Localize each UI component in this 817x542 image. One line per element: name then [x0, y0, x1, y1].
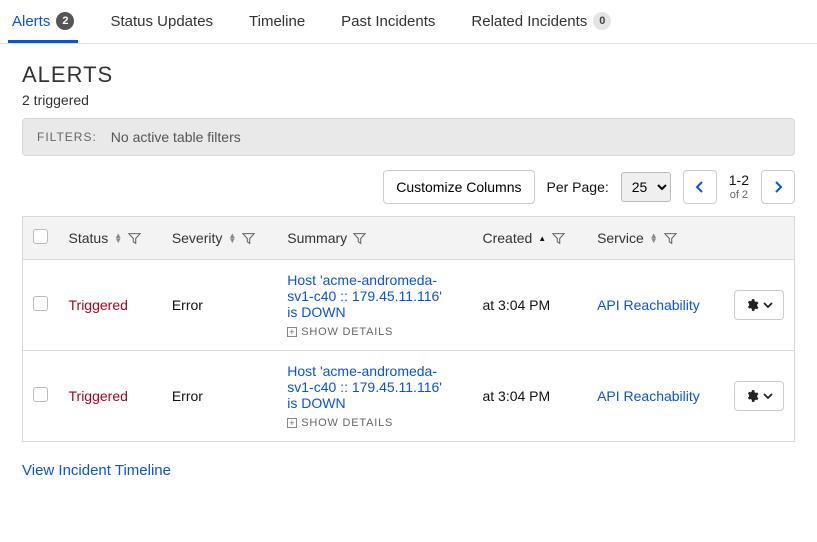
- tab-badge: 0: [593, 12, 611, 30]
- sort-icon: ▲: [538, 236, 546, 241]
- per-page-label: Per Page:: [547, 179, 609, 195]
- page-subtitle: 2 triggered: [22, 92, 795, 108]
- tab-badge: 2: [56, 12, 74, 30]
- filters-label: FILTERS:: [37, 130, 97, 144]
- tab-label: Timeline: [249, 13, 305, 30]
- column-header-status[interactable]: Status ▲▼: [59, 217, 162, 260]
- tab-alerts[interactable]: Alerts 2: [8, 0, 78, 43]
- severity-value: Error: [172, 388, 203, 404]
- page-range: 1-2: [729, 173, 749, 188]
- column-header-created[interactable]: Created ▲: [472, 217, 587, 260]
- show-details-label: SHOW DETAILS: [301, 326, 393, 338]
- status-value: Triggered: [69, 388, 128, 404]
- column-label: Created: [482, 230, 532, 246]
- row-checkbox[interactable]: [33, 296, 48, 311]
- page-count: 1-2 of 2: [729, 173, 749, 200]
- sort-icon: ▲▼: [650, 233, 658, 243]
- chevron-down-icon: [763, 391, 773, 401]
- sort-icon: ▲▼: [114, 233, 122, 243]
- chevron-right-icon: [773, 181, 783, 193]
- table-row: Triggered Error Host 'acme-andromeda-sv1…: [23, 260, 795, 351]
- view-timeline-link[interactable]: View Incident Timeline: [22, 462, 171, 479]
- row-checkbox[interactable]: [33, 387, 48, 402]
- show-details-button[interactable]: + SHOW DETAILS: [287, 417, 393, 429]
- chevron-down-icon: [763, 300, 773, 310]
- tab-related-incidents[interactable]: Related Incidents 0: [467, 0, 615, 43]
- customize-columns-button[interactable]: Customize Columns: [383, 170, 534, 204]
- tab-label: Past Incidents: [341, 13, 435, 30]
- tab-label: Status Updates: [110, 13, 213, 30]
- created-value: at 3:04 PM: [482, 388, 550, 404]
- tab-label: Related Incidents: [471, 13, 587, 30]
- column-label: Status: [69, 230, 109, 246]
- service-link[interactable]: API Reachability: [597, 388, 700, 404]
- column-label: Severity: [172, 230, 223, 246]
- table-toolbar: Customize Columns Per Page: 25 1-2 of 2: [22, 170, 795, 204]
- prev-page-button[interactable]: [683, 170, 717, 204]
- summary-link[interactable]: Host 'acme-andromeda-sv1-c40 :: 179.45.1…: [287, 272, 442, 320]
- tab-past-incidents[interactable]: Past Incidents: [337, 0, 439, 43]
- page-title: ALERTS: [22, 62, 795, 88]
- severity-value: Error: [172, 297, 203, 313]
- gear-icon: [745, 389, 759, 403]
- column-label: Service: [597, 230, 644, 246]
- show-details-button[interactable]: + SHOW DETAILS: [287, 326, 393, 338]
- status-value: Triggered: [69, 297, 128, 313]
- tab-label: Alerts: [12, 13, 50, 30]
- column-label: Summary: [287, 230, 347, 246]
- tab-timeline[interactable]: Timeline: [245, 0, 309, 43]
- filter-icon[interactable]: [353, 232, 366, 245]
- filter-icon[interactable]: [242, 232, 255, 245]
- service-link[interactable]: API Reachability: [597, 297, 700, 313]
- select-all-checkbox[interactable]: [33, 229, 48, 244]
- show-details-label: SHOW DETAILS: [301, 417, 393, 429]
- column-header-summary[interactable]: Summary: [277, 217, 472, 260]
- tab-status-updates[interactable]: Status Updates: [106, 0, 217, 43]
- filter-icon[interactable]: [128, 232, 141, 245]
- column-header-severity[interactable]: Severity ▲▼: [162, 217, 277, 260]
- column-header-service[interactable]: Service ▲▼: [587, 217, 724, 260]
- summary-link[interactable]: Host 'acme-andromeda-sv1-c40 :: 179.45.1…: [287, 363, 442, 411]
- chevron-left-icon: [695, 181, 705, 193]
- filter-icon[interactable]: [552, 232, 565, 245]
- gear-icon: [745, 298, 759, 312]
- next-page-button[interactable]: [761, 170, 795, 204]
- plus-icon: +: [287, 327, 297, 337]
- tabs-bar: Alerts 2 Status Updates Timeline Past In…: [0, 0, 817, 44]
- plus-icon: +: [287, 418, 297, 428]
- row-actions-button[interactable]: [734, 290, 784, 320]
- page-total: of 2: [729, 189, 749, 201]
- per-page-select[interactable]: 25: [621, 172, 671, 202]
- table-row: Triggered Error Host 'acme-andromeda-sv1…: [23, 351, 795, 442]
- alerts-table: Status ▲▼ Severity ▲▼ Summary: [22, 216, 795, 442]
- created-value: at 3:04 PM: [482, 297, 550, 313]
- table-header-row: Status ▲▼ Severity ▲▼ Summary: [23, 217, 795, 260]
- row-actions-button[interactable]: [734, 381, 784, 411]
- filter-icon[interactable]: [664, 232, 677, 245]
- sort-icon: ▲▼: [228, 233, 236, 243]
- filters-text: No active table filters: [111, 129, 241, 145]
- filters-bar: FILTERS: No active table filters: [22, 118, 795, 156]
